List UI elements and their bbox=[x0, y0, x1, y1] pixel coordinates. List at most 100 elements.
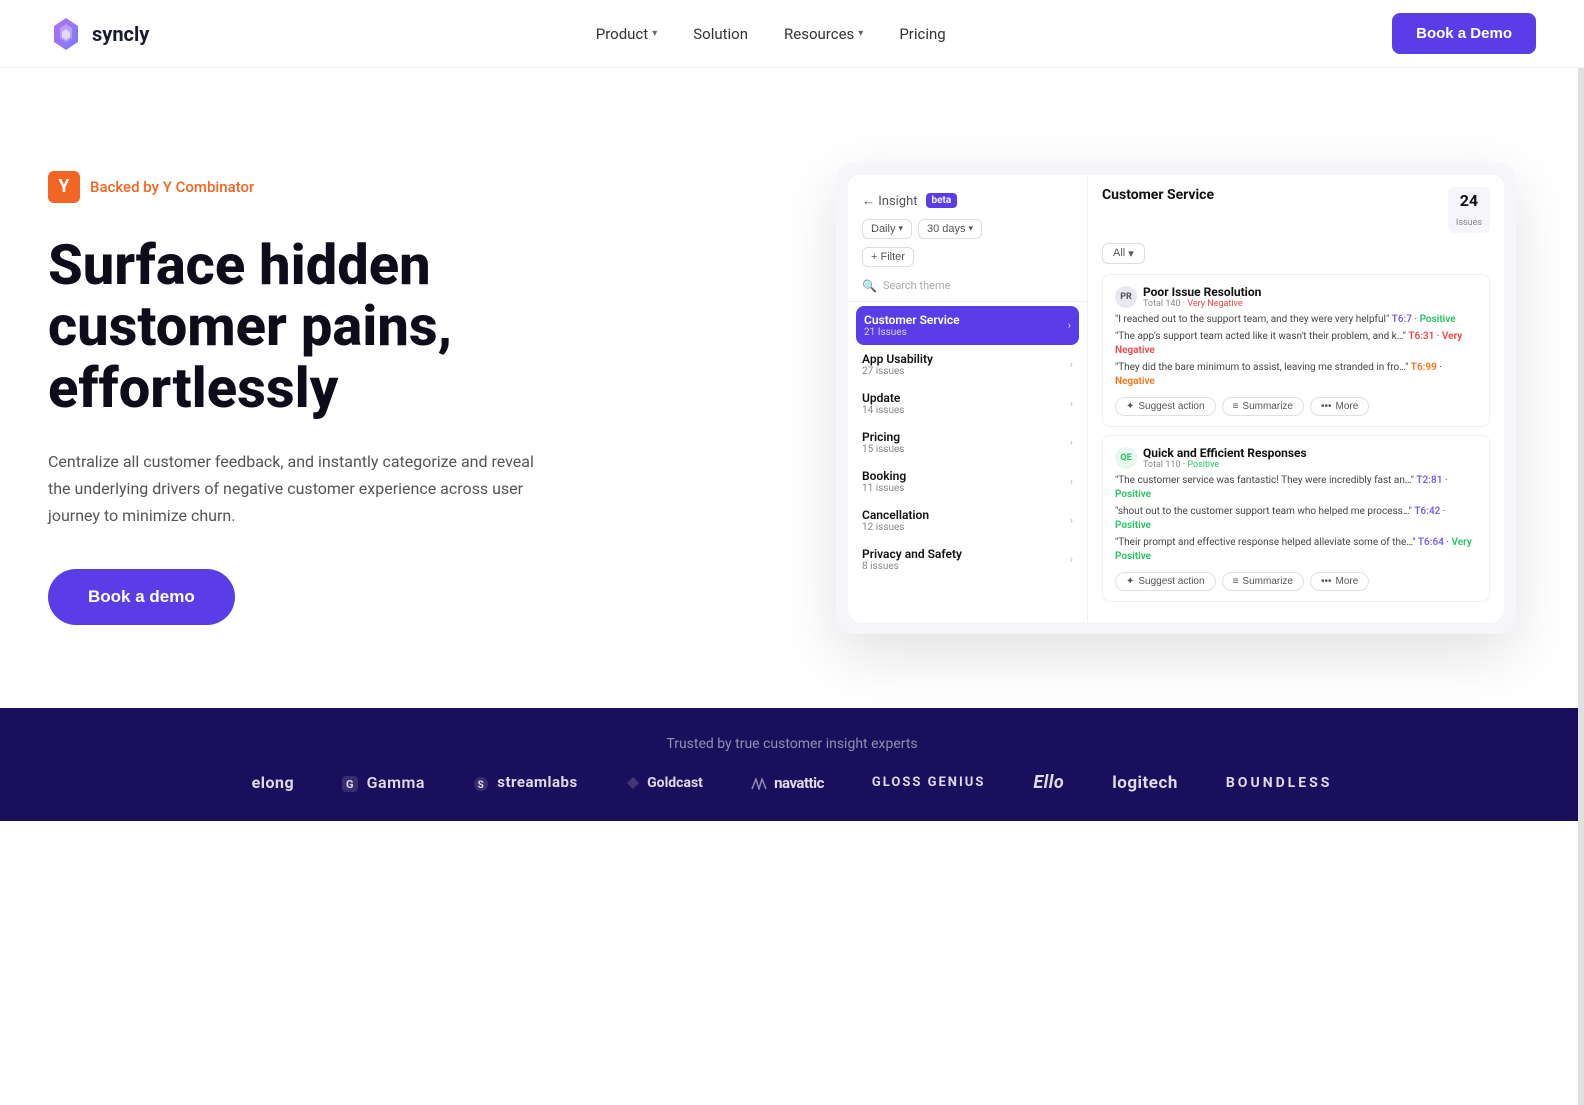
gamma-icon: G bbox=[342, 776, 358, 792]
theme-arrow-icon: › bbox=[1070, 397, 1073, 410]
quote-0-0: "I reached out to the support team, and … bbox=[1115, 313, 1477, 327]
svg-text:G: G bbox=[346, 778, 354, 791]
hero-subtitle: Centralize all customer feedback, and in… bbox=[48, 448, 548, 530]
trusted-section: Trusted by true customer insight experts… bbox=[0, 708, 1584, 821]
streamlabs-icon: S bbox=[473, 776, 489, 792]
logo-link[interactable]: syncly bbox=[48, 16, 149, 52]
logo-logitech: logitech bbox=[1112, 773, 1178, 793]
theme-item-booking[interactable]: Booking 11 issues › bbox=[848, 462, 1087, 501]
more-btn-0[interactable]: ••• More bbox=[1310, 397, 1369, 416]
hero-section: Y Backed by Y Combinator Surface hidden … bbox=[0, 68, 1584, 708]
suggest-icon: ✦ bbox=[1126, 401, 1134, 412]
logo-streamlabs: S streamlabs bbox=[473, 773, 578, 791]
dashboard-filters: Daily ▾ 30 days ▾ bbox=[848, 219, 1087, 247]
suggest-icon-1: ✦ bbox=[1126, 576, 1134, 587]
dashboard-header: ← Insight beta bbox=[848, 187, 1087, 219]
resources-chevron-icon: ▾ bbox=[858, 28, 863, 39]
issue-actions-0: ✦ Suggest action ≡ Summarize ••• More bbox=[1115, 397, 1477, 416]
theme-arrow-icon: › bbox=[1070, 436, 1073, 449]
summarize-icon-1: ≡ bbox=[1233, 576, 1239, 587]
nav-pricing[interactable]: Pricing bbox=[899, 25, 945, 43]
suggest-action-btn-0[interactable]: ✦ Suggest action bbox=[1115, 397, 1216, 416]
book-demo-nav-button[interactable]: Book a Demo bbox=[1392, 13, 1536, 54]
nav-product[interactable]: Product ▾ bbox=[596, 25, 657, 43]
logo-icon bbox=[48, 16, 84, 52]
issue-header-0: PR Poor Issue Resolution Total 140 · Ver… bbox=[1115, 285, 1477, 309]
daily-chevron-icon: ▾ bbox=[898, 223, 903, 234]
scrollbar[interactable] bbox=[1578, 0, 1584, 1105]
dashboard-search: 🔍 Search theme bbox=[848, 275, 1087, 302]
theme-item-app-usability[interactable]: App Usability 27 issues › bbox=[848, 345, 1087, 384]
logo-glossgenius: GLOSS GENIUS bbox=[872, 775, 985, 790]
nav-links: Product ▾ Solution Resources ▾ Pricing bbox=[596, 25, 946, 43]
svg-text:S: S bbox=[478, 780, 485, 791]
logo-text: syncly bbox=[92, 22, 149, 46]
navattic-icon bbox=[751, 778, 767, 790]
issue-actions-1: ✦ Suggest action ≡ Summarize ••• More bbox=[1115, 572, 1477, 591]
trusted-logos: elong G Gamma S streamlabs Goldcast bbox=[0, 772, 1584, 793]
filter-button[interactable]: + Filter bbox=[862, 247, 914, 267]
book-demo-hero-button[interactable]: Book a demo bbox=[48, 569, 235, 625]
logo-navattic: navattic bbox=[751, 774, 824, 792]
issue-title-meta-1: Quick and Efficient Responses Total 110 … bbox=[1143, 446, 1307, 470]
logo-goldcast: Goldcast bbox=[626, 775, 703, 791]
back-button[interactable]: ← Insight bbox=[862, 193, 918, 209]
issue-card-0: PR Poor Issue Resolution Total 140 · Ver… bbox=[1102, 274, 1490, 427]
right-filter-row: All ▾ bbox=[1102, 243, 1490, 264]
quote-1-2: "Their prompt and effective response hel… bbox=[1115, 536, 1477, 564]
theme-arrow-icon: › bbox=[1068, 319, 1071, 332]
dashboard-filter-btn-row: + Filter bbox=[848, 247, 1087, 275]
logo-boundless: BOUNDLESS bbox=[1226, 775, 1332, 791]
issue-count-number: 24 bbox=[1456, 191, 1482, 210]
quote-1-0: "The customer service was fantastic! The… bbox=[1115, 474, 1477, 502]
logo-belong: elong bbox=[252, 773, 295, 792]
beta-badge: beta bbox=[926, 193, 958, 208]
summarize-btn-1[interactable]: ≡ Summarize bbox=[1222, 572, 1304, 591]
dashboard-mockup: ← Insight beta Daily ▾ 30 days ▾ bbox=[836, 163, 1516, 634]
issue-avatar-1: QE bbox=[1115, 447, 1137, 469]
theme-arrow-icon: › bbox=[1070, 514, 1073, 527]
theme-arrow-icon: › bbox=[1070, 475, 1073, 488]
issue-count-badge: 24 Issues bbox=[1448, 187, 1490, 233]
summarize-icon: ≡ bbox=[1233, 401, 1239, 412]
yc-logo: Y bbox=[48, 171, 80, 203]
dashboard-right-panel: Customer Service 24 Issues All ▾ bbox=[1088, 175, 1504, 622]
trusted-label: Trusted by true customer insight experts bbox=[0, 736, 1584, 752]
nav-solution[interactable]: Solution bbox=[693, 25, 748, 43]
nav-resources[interactable]: Resources ▾ bbox=[784, 25, 863, 43]
theme-item-privacy[interactable]: Privacy and Safety 8 issues › bbox=[848, 540, 1087, 579]
search-placeholder[interactable]: Search theme bbox=[883, 279, 951, 292]
product-chevron-icon: ▾ bbox=[652, 28, 657, 39]
theme-item-pricing[interactable]: Pricing 15 issues › bbox=[848, 423, 1087, 462]
right-header: Customer Service 24 Issues bbox=[1102, 187, 1490, 233]
dashboard-left-panel: ← Insight beta Daily ▾ 30 days ▾ bbox=[848, 175, 1088, 622]
logo-gamma: G Gamma bbox=[342, 773, 425, 792]
summarize-btn-0[interactable]: ≡ Summarize bbox=[1222, 397, 1304, 416]
navbar: syncly Product ▾ Solution Resources ▾ Pr… bbox=[0, 0, 1584, 68]
theme-item-customer-service[interactable]: Customer Service 21 Issues › bbox=[856, 306, 1079, 345]
hero-right: ← Insight beta Daily ▾ 30 days ▾ bbox=[816, 163, 1536, 634]
issue-meta-0: Total 140 · Very Negative bbox=[1143, 299, 1261, 309]
daily-filter[interactable]: Daily ▾ bbox=[862, 219, 912, 239]
30days-chevron-icon: ▾ bbox=[969, 223, 974, 234]
all-chevron-icon: ▾ bbox=[1128, 247, 1134, 260]
issue-header-1: QE Quick and Efficient Responses Total 1… bbox=[1115, 446, 1477, 470]
all-filter-button[interactable]: All ▾ bbox=[1102, 243, 1145, 264]
more-btn-1[interactable]: ••• More bbox=[1310, 572, 1369, 591]
hero-title: Surface hidden customer pains, effortles… bbox=[48, 235, 608, 420]
quote-0-1: "The app's support team acted like it wa… bbox=[1115, 330, 1477, 358]
issue-count-label: Issues bbox=[1456, 218, 1482, 228]
issue-avatar-0: PR bbox=[1115, 286, 1137, 308]
goldcast-icon bbox=[626, 776, 640, 790]
theme-list: Customer Service 21 Issues › App Usabili… bbox=[848, 302, 1087, 583]
more-icon: ••• bbox=[1321, 401, 1332, 412]
30days-filter[interactable]: 30 days ▾ bbox=[918, 219, 982, 239]
quote-1-1: "shout out to the customer support team … bbox=[1115, 505, 1477, 533]
issue-card-1: QE Quick and Efficient Responses Total 1… bbox=[1102, 435, 1490, 602]
theme-item-update[interactable]: Update 14 issues › bbox=[848, 384, 1087, 423]
quote-0-2: "They did the bare minimum to assist, le… bbox=[1115, 361, 1477, 389]
yc-badge: Y Backed by Y Combinator bbox=[48, 171, 254, 203]
theme-arrow-icon: › bbox=[1070, 553, 1073, 566]
theme-item-cancellation[interactable]: Cancellation 12 issues › bbox=[848, 501, 1087, 540]
suggest-action-btn-1[interactable]: ✦ Suggest action bbox=[1115, 572, 1216, 591]
